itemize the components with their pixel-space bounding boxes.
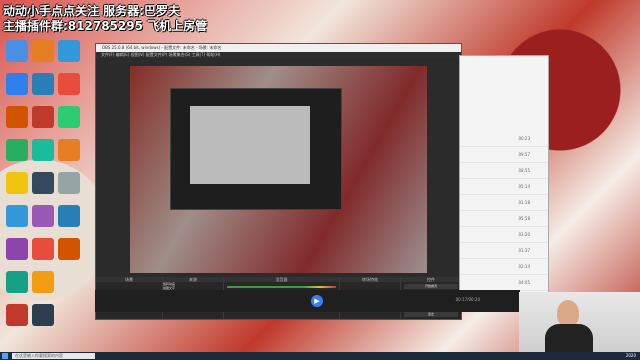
desktop-icon[interactable] bbox=[6, 205, 28, 227]
track-duration[interactable]: 03:20 bbox=[460, 227, 548, 243]
desktop-icons-col3 bbox=[54, 40, 84, 271]
player-time: 00:17/00:20 bbox=[455, 297, 480, 302]
desktop-icon[interactable] bbox=[32, 40, 54, 62]
desktop-icon[interactable] bbox=[58, 106, 80, 128]
music-app-window: 00:23 09:57 08:55 05:14 01:18 05:58 03:2… bbox=[459, 55, 549, 312]
audio-meter bbox=[227, 286, 336, 288]
track-duration[interactable]: 05:58 bbox=[460, 211, 548, 227]
desktop-icon[interactable] bbox=[32, 205, 54, 227]
streamer-body bbox=[545, 324, 593, 352]
exit-button[interactable]: 退出 bbox=[404, 312, 458, 317]
streamer-face bbox=[557, 300, 579, 326]
desktop-icon[interactable] bbox=[6, 304, 28, 326]
desktop-icon[interactable] bbox=[58, 172, 80, 194]
obs-menubar[interactable]: 文件(F) 编辑(E) 视图(V) 配置文件(P) 场景集合(S) 工具(T) … bbox=[96, 52, 461, 58]
windows-start-icon[interactable] bbox=[2, 353, 8, 359]
controls-dock-header: 控件 bbox=[401, 277, 461, 282]
desktop-icon[interactable] bbox=[32, 271, 54, 293]
track-duration[interactable]: 09:57 bbox=[460, 147, 548, 163]
desktop-icon[interactable] bbox=[6, 238, 28, 260]
track-duration[interactable]: 02:14 bbox=[460, 259, 548, 275]
nested-preview-inner bbox=[190, 106, 310, 184]
desktop-icon[interactable] bbox=[58, 205, 80, 227]
taskbar: 在这里输入你要搜索的内容 2020 bbox=[0, 352, 640, 360]
desktop-icon[interactable] bbox=[6, 172, 28, 194]
desktop-icon[interactable] bbox=[58, 238, 80, 260]
desktop-icon[interactable] bbox=[6, 73, 28, 95]
obs-window: OBS 25.0.8 (64 bit, windows) - 配置文件: 未命名… bbox=[95, 43, 462, 320]
desktop-icon[interactable] bbox=[6, 139, 28, 161]
desktop-icon[interactable] bbox=[58, 139, 80, 161]
obs-preview bbox=[130, 66, 427, 273]
taskbar-search-input[interactable]: 在这里输入你要搜索的内容 bbox=[12, 353, 95, 359]
desktop-icon[interactable] bbox=[32, 172, 54, 194]
start-streaming-button[interactable]: 开始推流 bbox=[404, 284, 458, 289]
track-duration[interactable]: 04:05 bbox=[460, 275, 548, 291]
track-duration[interactable]: 01:18 bbox=[460, 195, 548, 211]
scenes-dock-header: 场景 bbox=[96, 277, 162, 282]
music-player-bar: ▶ 00:17/00:20 bbox=[95, 290, 520, 312]
track-duration[interactable]: 00:23 bbox=[460, 131, 548, 147]
webcam-overlay bbox=[519, 292, 640, 352]
desktop-icon[interactable] bbox=[6, 40, 28, 62]
track-duration[interactable]: 05:14 bbox=[460, 179, 548, 195]
track-duration[interactable]: 01:37 bbox=[460, 243, 548, 259]
track-duration[interactable]: 08:55 bbox=[460, 163, 548, 179]
desktop-icon[interactable] bbox=[58, 40, 80, 62]
music-app-header bbox=[460, 56, 548, 131]
play-button[interactable]: ▶ bbox=[311, 295, 323, 307]
stream-overlay-line2: 主播插件群:812785295 飞机上房管 bbox=[3, 19, 208, 33]
desktop-icon[interactable] bbox=[58, 73, 80, 95]
desktop-icon[interactable] bbox=[32, 139, 54, 161]
mixer-dock-header: 混音器 bbox=[224, 277, 339, 282]
desktop-icon[interactable] bbox=[6, 106, 28, 128]
taskbar-clock: 2020 bbox=[625, 353, 636, 358]
desktop-icon[interactable] bbox=[32, 238, 54, 260]
obs-titlebar: OBS 25.0.8 (64 bit, windows) - 配置文件: 未命名… bbox=[96, 44, 461, 52]
desktop-icon[interactable] bbox=[6, 271, 28, 293]
desktop-icon[interactable] bbox=[32, 73, 54, 95]
desktop-icon[interactable] bbox=[32, 304, 54, 326]
transitions-dock-header: 转场特效 bbox=[340, 277, 400, 282]
desktop-icon[interactable] bbox=[32, 106, 54, 128]
